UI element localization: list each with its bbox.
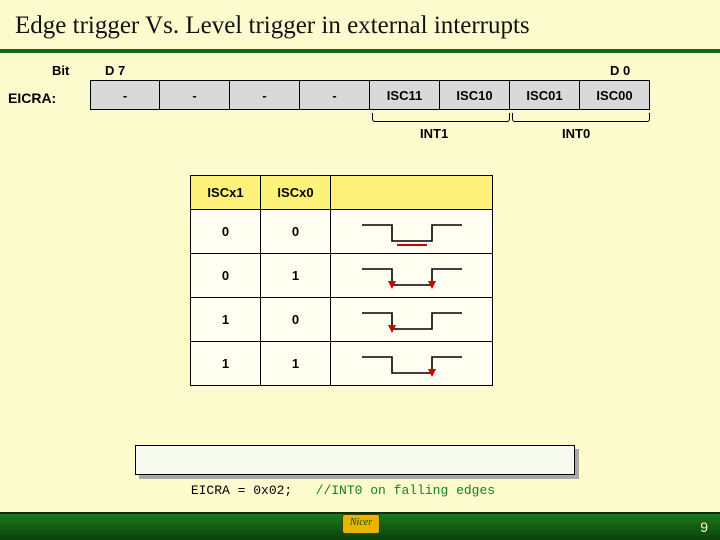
- bit-d7: D 7: [105, 63, 125, 78]
- brace-int1: [372, 113, 510, 122]
- table-row: 1 1: [191, 342, 493, 386]
- cell-a: 0: [191, 254, 261, 298]
- int0-label: INT0: [562, 126, 590, 141]
- cell-b: 0: [261, 210, 331, 254]
- code-statement: EICRA = 0x02;: [191, 483, 292, 498]
- reg-bit-5: -: [230, 80, 300, 110]
- cell-b: 1: [261, 342, 331, 386]
- register-row: - - - - ISC11 ISC10 ISC01 ISC00: [90, 80, 650, 110]
- reg-bit-2: ISC10: [440, 80, 510, 110]
- th-iscx1: ISCx1: [191, 176, 261, 210]
- th-iscx0: ISCx0: [261, 176, 331, 210]
- reg-bit-4: -: [300, 80, 370, 110]
- code-comment: //INT0 on falling edges: [316, 483, 495, 498]
- trigger-table: ISCx1 ISCx0 0 0 0 1: [190, 175, 493, 386]
- register-name: EICRA:: [8, 90, 56, 106]
- wave-any: [331, 254, 493, 298]
- bit-label: Bit: [52, 63, 69, 78]
- table-row: 1 0: [191, 298, 493, 342]
- reg-bit-0: ISC00: [580, 80, 650, 110]
- reg-bit-3: ISC11: [370, 80, 440, 110]
- cell-b: 0: [261, 298, 331, 342]
- page-title: Edge trigger Vs. Level trigger in extern…: [15, 12, 705, 40]
- wave-low: [331, 210, 493, 254]
- cell-a: 1: [191, 342, 261, 386]
- cell-a: 1: [191, 298, 261, 342]
- reg-bit-7: -: [90, 80, 160, 110]
- footer-logo: Nicer: [342, 514, 380, 534]
- page-number: 9: [700, 519, 708, 535]
- brace-int0: [512, 113, 650, 122]
- int1-label: INT1: [420, 126, 448, 141]
- table-row: 0 0: [191, 210, 493, 254]
- bit-d0: D 0: [610, 63, 630, 78]
- wave-rise: [331, 342, 493, 386]
- cell-a: 0: [191, 210, 261, 254]
- table-row: 0 1: [191, 254, 493, 298]
- wave-fall: [331, 298, 493, 342]
- reg-bit-1: ISC01: [510, 80, 580, 110]
- reg-bit-6: -: [160, 80, 230, 110]
- code-box: EICRA = 0x02; //INT0 on falling edges: [135, 445, 575, 475]
- th-wave: [331, 176, 493, 210]
- title-underline: [0, 49, 720, 53]
- cell-b: 1: [261, 254, 331, 298]
